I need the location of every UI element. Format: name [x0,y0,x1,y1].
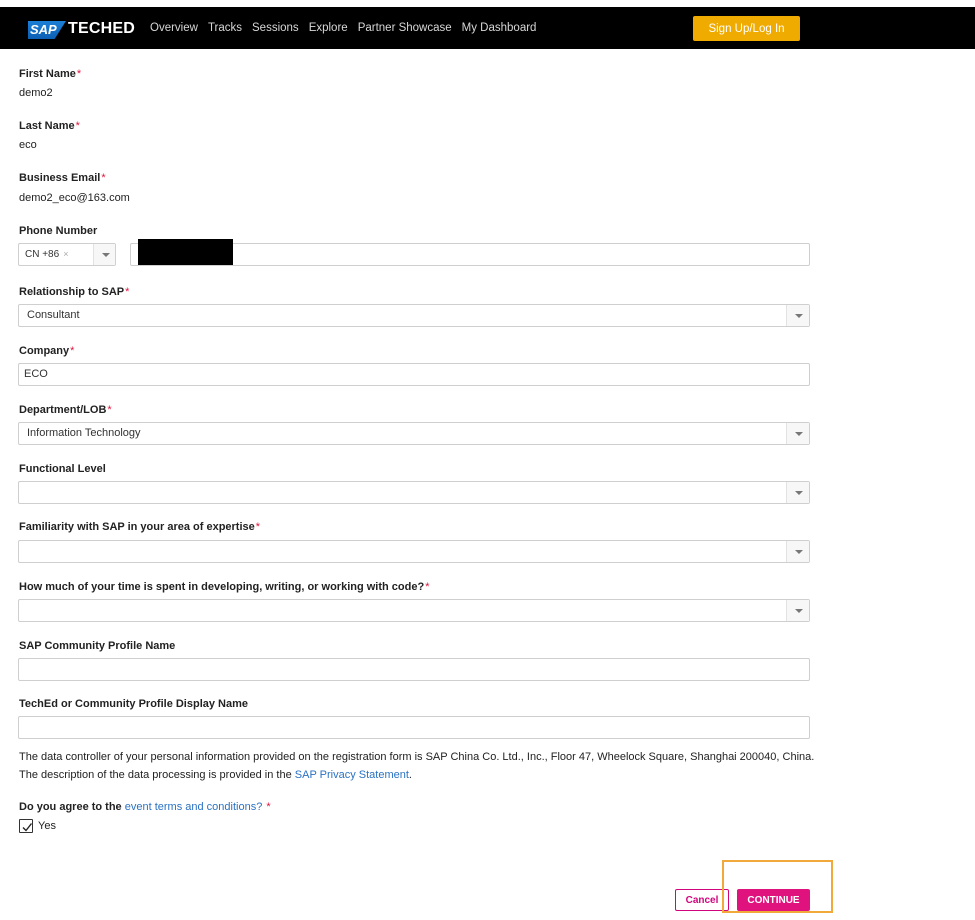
required-marker: * [125,286,130,298]
first-name-value: demo2 [19,87,53,99]
required-marker: * [70,345,75,357]
country-code-value: CN +86 [25,249,60,260]
agree-checkbox-label[interactable]: Yes [38,820,56,832]
coding-time-select[interactable] [18,599,810,622]
signup-login-button[interactable]: Sign Up/Log In [693,16,800,41]
country-code-select[interactable]: CN +86 × [18,243,116,266]
teched-logo-text[interactable]: TECHED [68,20,135,38]
business-email-value: demo2_eco@163.com [19,192,130,204]
nav-my-dashboard[interactable]: My Dashboard [462,22,537,34]
chevron-down-icon[interactable] [786,305,809,326]
display-name-label: TechEd or Community Profile Display Name [19,698,249,710]
last-name-label: Last Name* [19,120,80,132]
privacy-statement-link[interactable]: SAP Privacy Statement [295,769,409,781]
continue-button[interactable]: CONTINUE [737,889,810,911]
company-value: ECO [24,368,48,380]
relationship-select[interactable]: Consultant [18,304,810,327]
main-nav: Overview Tracks Sessions Explore Partner… [150,22,546,34]
community-profile-label: SAP Community Profile Name [19,640,176,652]
required-marker: * [107,404,112,416]
agree-checkbox[interactable] [19,819,33,833]
display-name-input[interactable] [18,716,810,739]
chevron-down-icon[interactable] [786,541,809,562]
familiarity-label: Familiarity with SAP in your area of exp… [19,521,261,533]
business-email-label: Business Email* [19,172,106,184]
redacted-phone-number [138,239,233,265]
agree-terms-label: Do you agree to the event terms and cond… [19,801,271,813]
required-marker: * [255,521,261,533]
chevron-down-icon[interactable] [786,423,809,444]
phone-number-label: Phone Number [19,225,98,237]
company-label: Company* [19,345,75,357]
required-marker: * [101,172,106,184]
nav-partner-showcase[interactable]: Partner Showcase [358,22,452,34]
department-value: Information Technology [27,427,141,439]
cancel-button[interactable]: Cancel [675,889,729,911]
chevron-down-icon[interactable] [786,482,809,503]
chevron-down-icon[interactable] [93,244,115,265]
required-marker: * [75,120,80,132]
relationship-label: Relationship to SAP* [19,286,130,298]
nav-sessions[interactable]: Sessions [252,22,299,34]
relationship-value: Consultant [27,309,80,321]
community-profile-input[interactable] [18,658,810,681]
terms-link[interactable]: event terms and conditions? [125,801,263,813]
department-label: Department/LOB* [19,404,112,416]
nav-tracks[interactable]: Tracks [208,22,242,34]
privacy-text: The data controller of your personal inf… [19,751,815,763]
required-marker: * [266,801,271,813]
last-name-value: eco [19,139,37,151]
first-name-label: First Name* [19,68,82,80]
functional-level-label: Functional Level [19,463,106,475]
familiarity-select[interactable] [18,540,810,563]
nav-overview[interactable]: Overview [150,22,198,34]
company-input[interactable]: ECO [18,363,810,386]
coding-time-label: How much of your time is spent in develo… [19,581,430,593]
nav-explore[interactable]: Explore [309,22,348,34]
chevron-down-icon[interactable] [786,600,809,621]
required-marker: * [425,581,430,593]
department-select[interactable]: Information Technology [18,422,810,445]
functional-level-select[interactable] [18,481,810,504]
clear-icon[interactable]: × [63,249,68,259]
sap-logo[interactable]: SAP [28,21,66,39]
top-nav-bar: SAP TECHED Overview Tracks Sessions Expl… [0,7,975,49]
checkmark-icon [22,823,33,832]
privacy-statement-text: The description of the data processing i… [19,769,412,781]
required-marker: * [76,68,82,80]
